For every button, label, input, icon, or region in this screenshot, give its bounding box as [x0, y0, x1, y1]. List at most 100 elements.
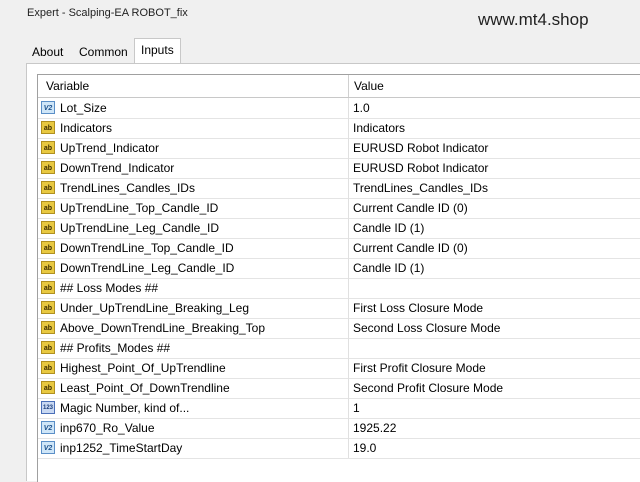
- value-cell[interactable]: TrendLines_Candles_IDs: [353, 181, 488, 195]
- watermark: www.mt4.shop: [478, 10, 589, 29]
- variable-cell: inp1252_TimeStartDay: [60, 441, 183, 455]
- double-icon: V2: [41, 421, 55, 434]
- value-cell[interactable]: First Profit Closure Mode: [353, 361, 486, 375]
- variable-cell: DownTrendLine_Leg_Candle_ID: [60, 261, 235, 275]
- variable-cell: Highest_Point_Of_UpTrendline: [60, 361, 226, 375]
- string-icon: ab: [41, 321, 55, 334]
- column-divider: [348, 198, 349, 218]
- column-divider: [348, 178, 349, 198]
- value-cell[interactable]: 1: [353, 401, 360, 415]
- inputs-panel: Variable Value V2 Lot_Size 1.0 ab Indicators…: [26, 63, 640, 482]
- variable-cell: UpTrendLine_Leg_Candle_ID: [60, 221, 219, 235]
- table-row[interactable]: ab UpTrendLine_Top_Candle_ID Current Candl…: [38, 198, 640, 219]
- column-divider: [348, 98, 349, 118]
- table-row[interactable]: ab UpTrend_Indicator EURUSD Robot Indicato…: [38, 138, 640, 159]
- variable-cell: ## Profits_Modes ##: [60, 341, 171, 355]
- table-row[interactable]: ab Least_Point_Of_DownTrendline Second Pro…: [38, 378, 640, 399]
- table-row[interactable]: V2 Lot_Size 1.0: [38, 98, 640, 119]
- value-cell[interactable]: 1925.22: [353, 421, 396, 435]
- value-cell[interactable]: Candle ID (1): [353, 261, 424, 275]
- variable-cell: TrendLines_Candles_IDs: [60, 181, 195, 195]
- value-cell[interactable]: EURUSD Robot Indicator: [353, 161, 488, 175]
- string-icon: ab: [41, 221, 55, 234]
- string-icon: ab: [41, 261, 55, 274]
- header-variable[interactable]: Variable: [46, 79, 89, 93]
- column-divider: [348, 158, 349, 178]
- column-divider: [348, 338, 349, 358]
- column-divider: [348, 418, 349, 438]
- table-row[interactable]: V2 inp1252_TimeStartDay 19.0: [38, 438, 640, 459]
- column-divider: [348, 298, 349, 318]
- column-divider: [348, 378, 349, 398]
- variable-cell: Above_DownTrendLine_Breaking_Top: [60, 321, 266, 335]
- value-cell[interactable]: 19.0: [353, 441, 376, 455]
- column-divider: [348, 358, 349, 378]
- variable-cell: ## Loss Modes ##: [60, 281, 159, 295]
- string-icon: ab: [41, 181, 55, 194]
- double-icon: V2: [41, 101, 55, 114]
- string-icon: ab: [41, 161, 55, 174]
- table-row[interactable]: ab DownTrend_Indicator EURUSD Robot Indica…: [38, 158, 640, 179]
- table-row[interactable]: ab UpTrendLine_Leg_Candle_ID Candle ID (1): [38, 218, 640, 239]
- column-divider: [348, 258, 349, 278]
- table-row[interactable]: ab TrendLines_Candles_IDs TrendLines_Candl…: [38, 178, 640, 199]
- variable-cell: Under_UpTrendLine_Breaking_Leg: [60, 301, 250, 315]
- title-bar: Expert - Scalping-EA ROBOT_fix www.mt4.s…: [0, 0, 640, 30]
- tab-inputs[interactable]: Inputs: [134, 38, 181, 64]
- header-value[interactable]: Value: [354, 79, 384, 93]
- column-divider: [348, 278, 349, 298]
- table-row[interactable]: ab DownTrendLine_Top_Candle_ID Current Can…: [38, 238, 640, 259]
- value-cell[interactable]: Indicators: [353, 121, 405, 135]
- header-divider: [348, 75, 349, 97]
- table-row[interactable]: ab Highest_Point_Of_UpTrendline First Prof…: [38, 358, 640, 379]
- column-divider: [348, 118, 349, 138]
- column-divider: [348, 218, 349, 238]
- tab-common[interactable]: Common: [73, 42, 134, 62]
- variable-cell: UpTrend_Indicator: [60, 141, 159, 155]
- column-divider: [348, 438, 349, 458]
- string-icon: ab: [41, 201, 55, 214]
- column-divider: [348, 238, 349, 258]
- variable-cell: Indicators: [60, 121, 113, 135]
- value-cell[interactable]: First Loss Closure Mode: [353, 301, 483, 315]
- table-row[interactable]: ab Above_DownTrendLine_Breaking_Top Second…: [38, 318, 640, 339]
- table-row[interactable]: ab ## Loss Modes ##: [38, 278, 640, 299]
- table-row[interactable]: ab Indicators Indicators: [38, 118, 640, 139]
- string-icon: ab: [41, 241, 55, 254]
- value-cell[interactable]: Second Loss Closure Mode: [353, 321, 500, 335]
- variable-cell: DownTrendLine_Top_Candle_ID: [60, 241, 234, 255]
- variable-cell: Least_Point_Of_DownTrendline: [60, 381, 230, 395]
- column-divider: [348, 138, 349, 158]
- string-icon: ab: [41, 341, 55, 354]
- variable-cell: DownTrend_Indicator: [60, 161, 175, 175]
- value-cell[interactable]: Current Candle ID (0): [353, 201, 468, 215]
- value-cell[interactable]: Second Profit Closure Mode: [353, 381, 503, 395]
- table-row[interactable]: V2 inp670_Ro_Value 1925.22: [38, 418, 640, 439]
- window-title: Expert - Scalping-EA ROBOT_fix: [27, 7, 188, 19]
- table-header: Variable Value: [38, 75, 640, 98]
- string-icon: ab: [41, 121, 55, 134]
- tab-about[interactable]: About: [26, 42, 69, 62]
- string-icon: ab: [41, 141, 55, 154]
- value-cell[interactable]: 1.0: [353, 101, 370, 115]
- variable-cell: Lot_Size: [60, 101, 107, 115]
- inputs-table: Variable Value V2 Lot_Size 1.0 ab Indicators…: [37, 74, 640, 482]
- string-icon: ab: [41, 361, 55, 374]
- value-cell[interactable]: EURUSD Robot Indicator: [353, 141, 488, 155]
- table-row[interactable]: ab Under_UpTrendLine_Breaking_Leg First Lo…: [38, 298, 640, 319]
- variable-cell: Magic Number, kind of...: [60, 401, 190, 415]
- variable-cell: inp670_Ro_Value: [60, 421, 155, 435]
- column-divider: [348, 398, 349, 418]
- table-row[interactable]: 123 Magic Number, kind of... 1: [38, 398, 640, 419]
- column-divider: [348, 318, 349, 338]
- double-icon: V2: [41, 441, 55, 454]
- string-icon: ab: [41, 381, 55, 394]
- integer-icon: 123: [41, 401, 55, 414]
- table-row[interactable]: ab ## Profits_Modes ##: [38, 338, 640, 359]
- value-cell[interactable]: Candle ID (1): [353, 221, 424, 235]
- string-icon: ab: [41, 301, 55, 314]
- string-icon: ab: [41, 281, 55, 294]
- table-row[interactable]: ab DownTrendLine_Leg_Candle_ID Candle ID (…: [38, 258, 640, 279]
- variable-cell: UpTrendLine_Top_Candle_ID: [60, 201, 219, 215]
- value-cell[interactable]: Current Candle ID (0): [353, 241, 468, 255]
